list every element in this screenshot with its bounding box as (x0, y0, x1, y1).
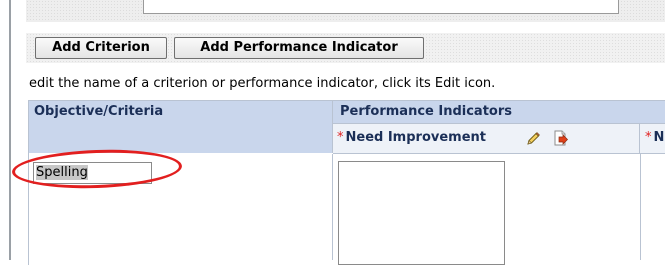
left-border-rule (9, 0, 11, 260)
indicator-column-header-second: * N (640, 124, 665, 154)
indicator-column-header-need-improvement: * Need Improvement (333, 124, 640, 154)
add-performance-indicator-button[interactable]: Add Performance Indicator (174, 37, 424, 59)
second-indicator-cell (640, 154, 665, 260)
instruction-text: edit the name of a criterion or performa… (29, 76, 496, 91)
pencil-edit-icon[interactable] (525, 131, 541, 147)
required-marker: * (337, 130, 344, 145)
performance-indicator-textarea[interactable] (338, 161, 505, 265)
move-page-icon[interactable] (553, 130, 569, 147)
indicator-column-title: * N (645, 130, 664, 145)
indicator-column-title: * Need Improvement (337, 130, 486, 145)
objective-criteria-header-label: Objective/Criteria (34, 104, 164, 119)
performance-indicators-header-label: Performance Indicators (340, 104, 513, 119)
top-text-field[interactable] (143, 0, 619, 14)
objective-criteria-header: Objective/Criteria (29, 101, 333, 153)
indicator-column-label: N (653, 130, 665, 145)
performance-indicators-header: Performance Indicators (333, 101, 665, 124)
add-criterion-button[interactable]: Add Criterion (35, 37, 167, 59)
required-marker: * (645, 130, 652, 145)
indicator-column-label: Need Improvement (345, 130, 487, 145)
